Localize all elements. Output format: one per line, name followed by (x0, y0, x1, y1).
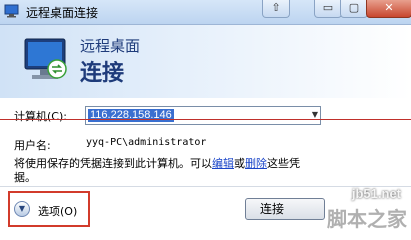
header-banner: 远程桌面 连接 (0, 25, 411, 98)
computer-combobox[interactable]: 116.228.158.146 ▼ (85, 106, 321, 125)
username-label: 用户名: (14, 139, 51, 152)
header-subtitle: 远程桌面 (80, 37, 141, 55)
maximize-button[interactable]: ▢ (340, 0, 368, 18)
edit-link[interactable]: 编辑 (212, 157, 234, 170)
note-text-start: 将使用保存的凭据连接到此计算机。可以 (14, 157, 212, 170)
options-label[interactable]: 选项(O) (38, 203, 77, 219)
header-title: 连接 (80, 61, 125, 86)
watermark-url: jb51.net (351, 186, 401, 201)
credentials-note: 将使用保存的凭据连接到此计算机。可以编辑或删除这些凭据。 (14, 157, 314, 185)
footer-divider (0, 186, 411, 187)
rdp-window: 远程桌面连接 ⇧ ▭ ▢ ✕ 远程桌面 连接 计算机(C): 116.228.1… (0, 0, 411, 232)
connect-button[interactable]: 连接 (245, 198, 325, 220)
remote-desktop-monitor-icon (24, 38, 67, 79)
up-button[interactable]: ⇧ (262, 0, 290, 18)
computer-label: 计算机(C): (14, 110, 67, 123)
window-title: 远程桌面连接 (26, 6, 99, 20)
minimize-button[interactable]: ▭ (314, 0, 342, 18)
rdp-app-icon (4, 4, 19, 18)
computer-value[interactable]: 116.228.158.146 (88, 109, 174, 122)
red-underline-annotation (0, 119, 411, 120)
expand-options-icon[interactable]: ▼ (14, 201, 30, 217)
note-or: 或 (234, 157, 245, 170)
chevron-down-icon[interactable]: ▼ (312, 110, 318, 119)
titlebar[interactable]: 远程桌面连接 ⇧ ▭ ▢ ✕ (0, 0, 411, 25)
watermark-text: 脚本之家 (327, 207, 407, 231)
close-button[interactable]: ✕ (366, 0, 411, 18)
delete-link[interactable]: 删除 (245, 157, 267, 170)
username-value: yyq-PC\administrator (86, 137, 207, 148)
